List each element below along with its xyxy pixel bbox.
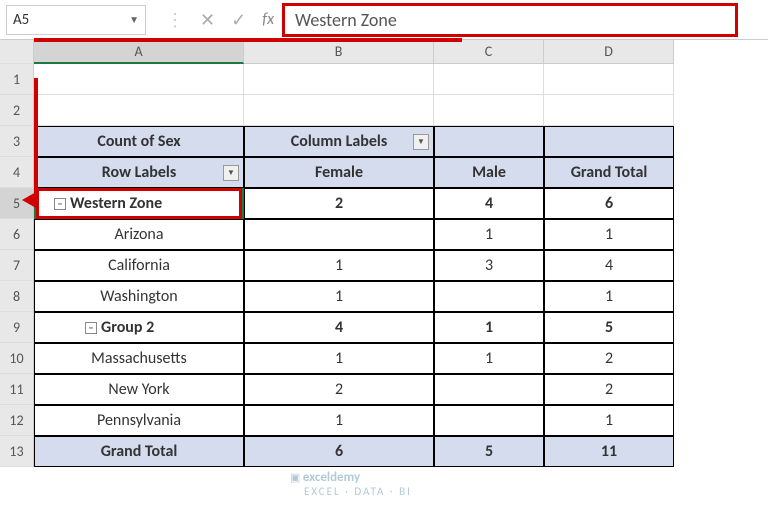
cell[interactable]: Massachusetts — [34, 343, 244, 374]
row-header[interactable]: 10 — [0, 343, 34, 374]
cell[interactable]: 1 — [434, 312, 544, 343]
row-header[interactable]: 12 — [0, 405, 34, 436]
cell[interactable]: 4 — [544, 250, 674, 281]
column-labels-text: Column Labels — [291, 132, 387, 151]
cell-female-header[interactable]: Female — [244, 157, 434, 188]
cell[interactable]: 2 — [244, 188, 434, 219]
cell-count-of-sex[interactable]: Count of Sex — [34, 126, 244, 157]
watermark: ▣ exceldemy EXCEL · DATA · BI — [290, 470, 412, 498]
cell[interactable] — [434, 64, 544, 95]
cell[interactable]: 1 — [244, 405, 434, 436]
row-header[interactable]: 8 — [0, 281, 34, 312]
cell[interactable] — [244, 95, 434, 126]
cell-row-labels[interactable]: Row Labels ▼ — [34, 157, 244, 188]
cell[interactable]: New York — [34, 374, 244, 405]
watermark-tagline: EXCEL · DATA · BI — [304, 485, 412, 498]
row-header[interactable]: 5 — [0, 188, 34, 219]
cell[interactable]: 4 — [244, 312, 434, 343]
col-header[interactable]: B — [244, 40, 434, 64]
cell[interactable]: 11 — [544, 436, 674, 467]
cell[interactable] — [434, 405, 544, 436]
cell[interactable]: Pennsylvania — [34, 405, 244, 436]
cell[interactable] — [244, 219, 434, 250]
row-header[interactable]: 7 — [0, 250, 34, 281]
chevron-down-icon: ▼ — [129, 13, 139, 26]
cell[interactable] — [544, 95, 674, 126]
cell[interactable]: 1 — [244, 250, 434, 281]
cell[interactable] — [34, 64, 244, 95]
row-header[interactable]: 2 — [0, 95, 34, 126]
spreadsheet: 1 2 3 4 5 6 7 8 9 10 11 12 13 A B C D Co… — [0, 40, 768, 467]
row-headers: 1 2 3 4 5 6 7 8 9 10 11 12 13 — [0, 40, 34, 467]
cell[interactable]: 2 — [544, 343, 674, 374]
cell[interactable]: Washington — [34, 281, 244, 312]
cell[interactable] — [434, 126, 544, 157]
row-header[interactable]: 9 — [0, 312, 34, 343]
cell[interactable] — [434, 374, 544, 405]
name-box[interactable]: A5 ▼ — [6, 5, 146, 35]
cell[interactable] — [544, 64, 674, 95]
cell[interactable]: 5 — [434, 436, 544, 467]
cell[interactable]: 2 — [244, 374, 434, 405]
cell[interactable]: 6 — [544, 188, 674, 219]
cell[interactable]: 3 — [434, 250, 544, 281]
name-box-value: A5 — [13, 11, 29, 29]
row-header[interactable]: 11 — [0, 374, 34, 405]
cell-column-labels[interactable]: Column Labels ▼ — [244, 126, 434, 157]
cell[interactable]: 1 — [434, 219, 544, 250]
cell[interactable] — [434, 95, 544, 126]
row-header[interactable]: 13 — [0, 436, 34, 467]
collapse-icon[interactable]: − — [85, 322, 97, 334]
enter-icon[interactable]: ✓ — [231, 9, 246, 31]
row-labels-text: Row Labels — [102, 163, 176, 182]
formula-bar[interactable]: Western Zone — [282, 3, 738, 37]
dropdown-icon[interactable]: ▼ — [413, 134, 429, 150]
cell-western-zone[interactable]: − Western Zone — [34, 188, 244, 219]
collapse-icon[interactable]: − — [54, 198, 66, 210]
cell-grand-total-header[interactable]: Grand Total — [544, 157, 674, 188]
cell[interactable]: 1 — [244, 281, 434, 312]
cell[interactable]: 6 — [244, 436, 434, 467]
group-name: Western Zone — [70, 194, 162, 213]
formula-tools: ⋮ ✕ ✓ fx — [166, 9, 282, 31]
row-header[interactable]: 3 — [0, 126, 34, 157]
cell-group2[interactable]: − Group 2 — [34, 312, 244, 343]
formula-bar-value: Western Zone — [295, 9, 397, 31]
cell[interactable]: 5 — [544, 312, 674, 343]
select-all[interactable] — [0, 40, 34, 64]
col-header[interactable]: D — [544, 40, 674, 64]
col-header[interactable]: C — [434, 40, 544, 64]
cell[interactable] — [544, 126, 674, 157]
row-header[interactable]: 6 — [0, 219, 34, 250]
row-header[interactable]: 4 — [0, 157, 34, 188]
cancel-icon[interactable]: ✕ — [200, 9, 215, 31]
grid: A B C D Count of Sex Column Labels ▼ Row… — [34, 40, 768, 467]
cell[interactable] — [434, 281, 544, 312]
formula-bar-row: A5 ▼ ⋮ ✕ ✓ fx Western Zone — [0, 0, 768, 40]
row-header[interactable]: 1 — [0, 64, 34, 95]
cell[interactable] — [244, 64, 434, 95]
watermark-brand: exceldemy — [303, 470, 360, 485]
cell[interactable]: California — [34, 250, 244, 281]
cell-male-header[interactable]: Male — [434, 157, 544, 188]
cell[interactable] — [34, 95, 244, 126]
cell[interactable]: 2 — [544, 374, 674, 405]
group-name: Group 2 — [101, 318, 154, 337]
cell[interactable]: 1 — [544, 405, 674, 436]
cell[interactable]: 1 — [544, 281, 674, 312]
cell-grand-total-row[interactable]: Grand Total — [34, 436, 244, 467]
col-header[interactable]: A — [34, 40, 244, 64]
fx-icon[interactable]: fx — [262, 10, 274, 29]
cell[interactable]: Arizona — [34, 219, 244, 250]
cell[interactable]: 1 — [244, 343, 434, 374]
divider-icon: ⋮ — [166, 9, 184, 31]
column-headers: A B C D — [34, 40, 768, 64]
dropdown-icon[interactable]: ▼ — [223, 165, 239, 181]
cell[interactable]: 1 — [544, 219, 674, 250]
cell[interactable]: 4 — [434, 188, 544, 219]
cell[interactable]: 1 — [434, 343, 544, 374]
